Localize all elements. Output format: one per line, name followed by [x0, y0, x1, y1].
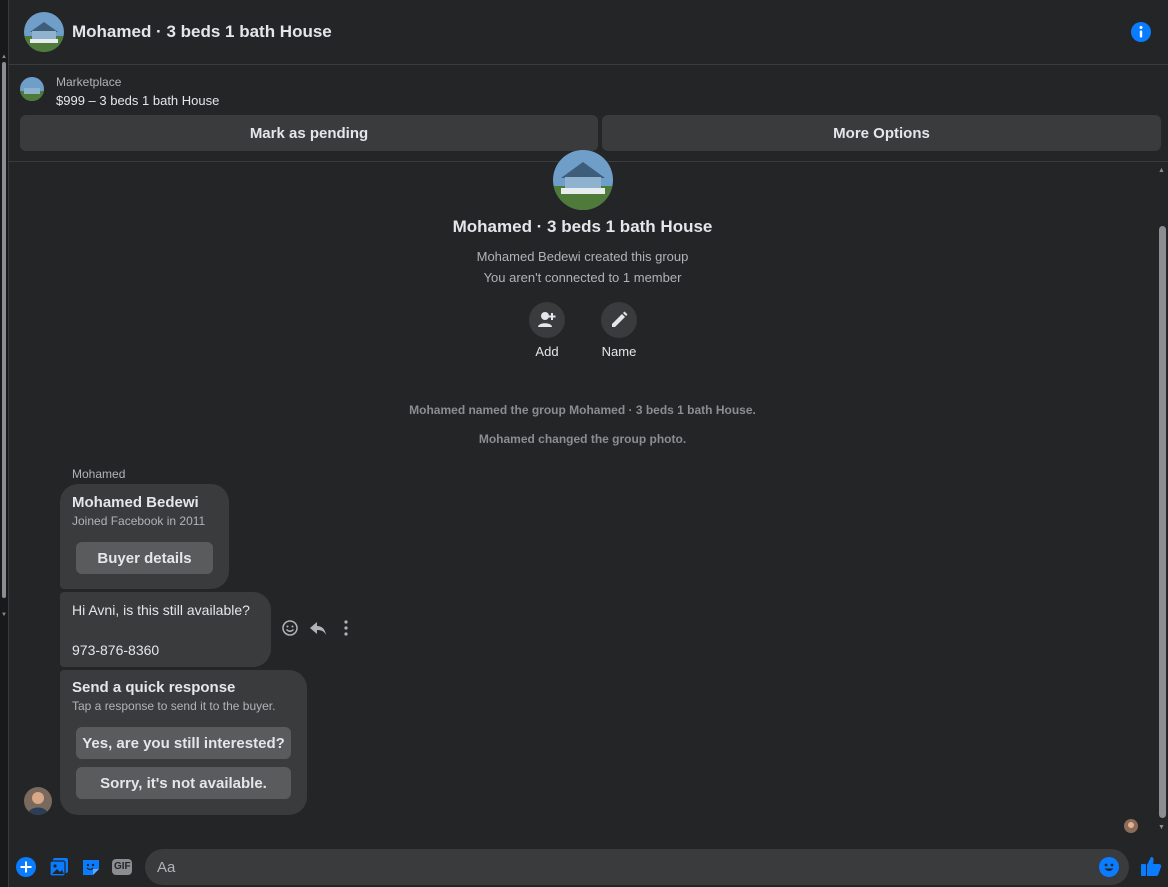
listing-price-title[interactable]: $999 – 3 beds 1 bath House — [56, 93, 219, 108]
group-avatar[interactable] — [24, 12, 64, 52]
gif-icon[interactable]: GIF — [112, 857, 132, 877]
like-icon[interactable] — [1140, 855, 1162, 877]
group-created-note: Mohamed Bedewi created this group — [476, 249, 689, 264]
scroll-down-arrow-icon[interactable]: ▼ — [1158, 824, 1165, 831]
buyer-name: Mohamed Bedewi — [72, 494, 199, 511]
quick-response-option[interactable]: Yes, are you still interested? — [76, 727, 291, 759]
more-actions-icon[interactable] — [338, 619, 354, 637]
left-panel-edge: ▲ ▼ — [0, 0, 9, 887]
joined-note: Joined Facebook in 2011 — [72, 514, 206, 528]
conversation-header: Mohamed · 3 beds 1 bath House — [9, 0, 1168, 65]
quick-response-option[interactable]: Sorry, it's not available. — [76, 767, 291, 799]
group-photo — [553, 150, 613, 210]
plus-icon[interactable] — [16, 857, 36, 877]
left-scrollbar-thumb[interactable] — [2, 62, 6, 598]
sender-name: Mohamed — [72, 467, 126, 481]
conversation-title: Mohamed · 3 beds 1 bath House — [72, 22, 332, 41]
scroll-up-arrow-icon[interactable]: ▲ — [1158, 167, 1165, 174]
chat-scrollbar-thumb[interactable] — [1159, 226, 1166, 818]
message-line: Hi Avni, is this still available? — [72, 602, 250, 618]
mark-as-pending-button[interactable]: Mark as pending — [20, 115, 598, 151]
message-composer: GIF Aa — [9, 846, 1168, 887]
photo-icon[interactable] — [49, 857, 69, 877]
quick-response-card: Send a quick response Tap a response to … — [60, 670, 307, 815]
group-title: Mohamed · 3 beds 1 bath House — [452, 217, 713, 236]
message-input[interactable]: Aa — [145, 849, 1129, 885]
name-label: Name — [601, 344, 637, 359]
reply-icon[interactable] — [309, 619, 327, 637]
info-icon[interactable] — [1131, 22, 1151, 42]
listing-thumbnail[interactable] — [20, 77, 44, 101]
react-emoji-icon[interactable] — [281, 619, 299, 637]
message-bubble[interactable]: Hi Avni, is this still available? 973-87… — [60, 592, 271, 667]
marketplace-panel: Marketplace $999 – 3 beds 1 bath House M… — [9, 66, 1168, 162]
scroll-up-arrow-icon[interactable]: ▲ — [1, 54, 7, 60]
buyer-profile-card: Mohamed Bedewi Joined Facebook in 2011 B… — [60, 484, 229, 589]
chat-scrollbar[interactable]: ▲ ▼ — [1156, 162, 1168, 836]
marketplace-label: Marketplace — [56, 75, 122, 89]
message-line: 973-876-8360 — [72, 642, 160, 658]
quick-response-title: Send a quick response — [72, 679, 236, 696]
add-member-button[interactable]: Add — [511, 302, 583, 359]
pencil-icon — [601, 302, 637, 338]
system-message: Mohamed changed the group photo. — [478, 432, 687, 446]
emoji-icon[interactable] — [1099, 857, 1119, 877]
scroll-down-arrow-icon[interactable]: ▼ — [1, 612, 7, 618]
message-input-placeholder: Aa — [157, 859, 176, 876]
connection-note: You aren't connected to 1 member — [483, 270, 682, 285]
name-group-button[interactable]: Name — [583, 302, 655, 359]
avatar[interactable] — [24, 787, 52, 815]
more-options-button[interactable]: More Options — [602, 115, 1161, 151]
add-label: Add — [535, 344, 559, 359]
sticker-icon[interactable] — [81, 857, 101, 877]
add-person-icon — [529, 302, 565, 338]
gif-label: GIF — [114, 861, 131, 872]
system-message: Mohamed named the group Mohamed · 3 beds… — [409, 403, 756, 417]
read-receipt-avatar — [1124, 819, 1138, 833]
quick-response-subtitle: Tap a response to send it to the buyer. — [72, 699, 276, 713]
buyer-details-button[interactable]: Buyer details — [76, 542, 213, 574]
